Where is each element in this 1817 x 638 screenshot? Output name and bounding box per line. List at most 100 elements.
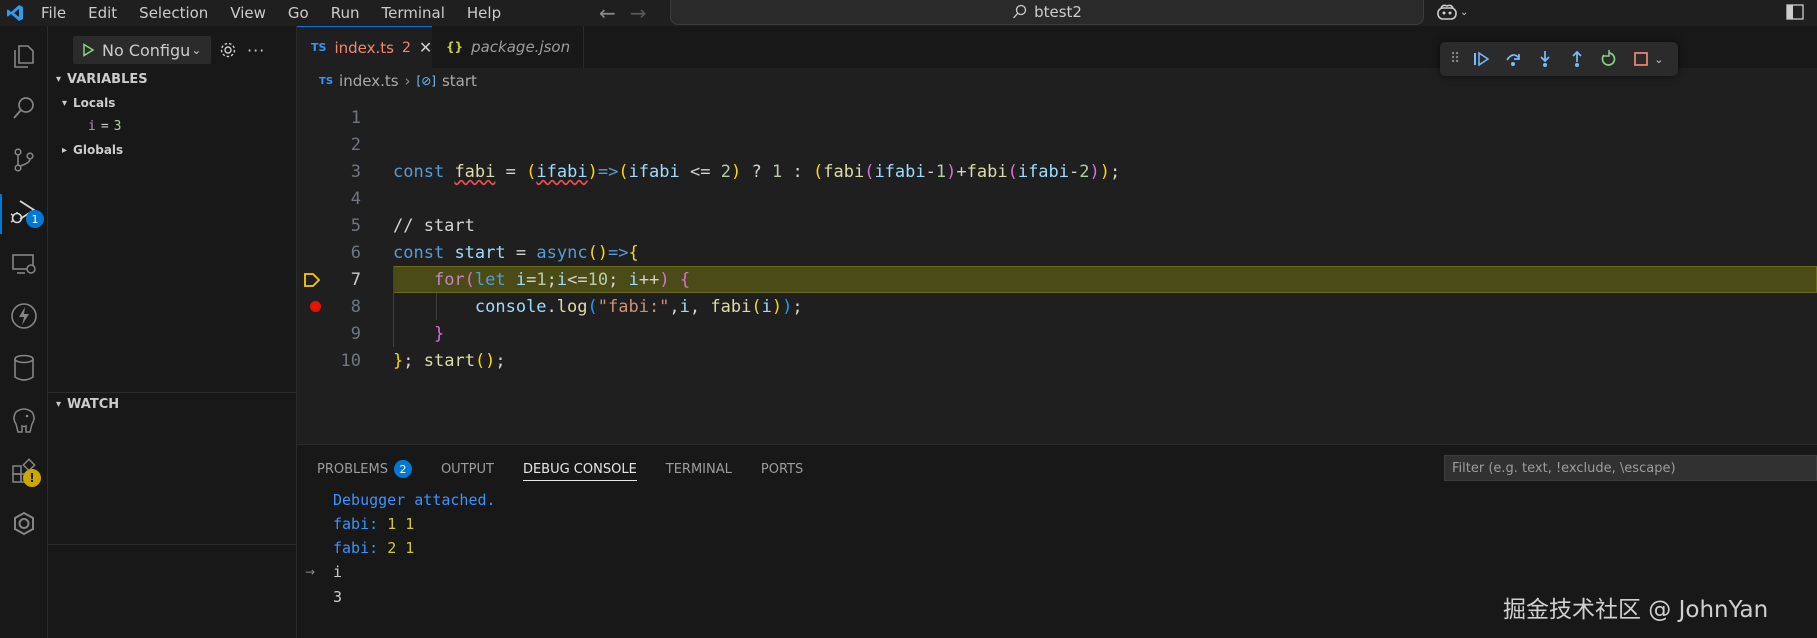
step-out-icon[interactable] (1568, 50, 1586, 68)
tab-package-json[interactable]: {} package.json (432, 26, 584, 68)
breadcrumb-symbol[interactable]: start (442, 72, 477, 90)
current-execution-arrow-icon (304, 273, 321, 287)
drag-handle-icon[interactable]: ⠿ (1450, 51, 1460, 67)
search-icon[interactable] (8, 92, 40, 124)
json-file-icon: {} (446, 40, 464, 54)
menu-file[interactable]: File (30, 0, 77, 26)
variables-title: VARIABLES (67, 72, 148, 87)
chevron-down-icon: ⌄ (191, 43, 202, 57)
console-number: 1 (405, 539, 415, 557)
start-debug-icon[interactable] (81, 43, 95, 57)
panel-tabs: PROBLEMS 2 OUTPUT DEBUG CONSOLE TERMINAL… (317, 451, 803, 487)
line-number: 1 (350, 107, 361, 128)
activity-bar: 1 ! (0, 26, 48, 638)
tab-index-ts[interactable]: TS index.ts 2 ✕ (297, 26, 432, 68)
globals-label: Globals (73, 143, 124, 157)
console-input: i (333, 563, 343, 581)
toggle-sidebar-icon[interactable] (1786, 4, 1804, 24)
problems-badge: 2 (393, 460, 412, 478)
copilot-button[interactable]: ⌄ (1436, 3, 1468, 21)
code-text: // start (393, 215, 475, 236)
tab-debug-console[interactable]: DEBUG CONSOLE (522, 451, 637, 487)
warning-icon: ! (23, 469, 41, 487)
variables-section-header[interactable]: ▾ VARIABLES (56, 72, 148, 87)
watch-section-header[interactable]: ▾ WATCH (56, 397, 119, 412)
continue-icon[interactable] (1472, 50, 1490, 68)
chevron-right-icon: ▸ (62, 144, 68, 156)
forward-arrow-icon[interactable]: → (630, 1, 647, 25)
more-actions-icon[interactable]: ··· (247, 41, 265, 60)
line-number: 6 (350, 242, 361, 263)
code-text: for(let i=1;i<=10; i++) { (433, 269, 691, 290)
section-divider (48, 544, 297, 545)
code-line: 2 (297, 131, 1817, 158)
chevron-down-icon: ⌄ (1460, 6, 1469, 18)
symbol-variable-icon: [⊘] (416, 74, 436, 88)
close-icon[interactable]: ✕ (419, 38, 432, 57)
chatgpt-icon[interactable] (8, 508, 40, 540)
command-center-search[interactable]: btest2 (670, 0, 1424, 25)
menu-selection[interactable]: Selection (128, 0, 219, 26)
restart-icon[interactable] (1600, 50, 1618, 68)
code-text: const fabi = (ifabi)=>(ifabi <= 2) ? 1 :… (393, 161, 1121, 182)
postgres-elephant-icon[interactable] (8, 404, 40, 436)
code-text: console.log("fabi:",i, fabi(i)); (474, 296, 803, 317)
menu-help[interactable]: Help (456, 0, 512, 26)
tab-ports[interactable]: PORTS (761, 451, 803, 487)
tab-output[interactable]: OUTPUT (441, 451, 494, 487)
variable-row[interactable]: i = 3 (88, 119, 121, 134)
active-view-indicator (0, 194, 2, 234)
debug-toolbar: No Configu ⌄ ··· (73, 36, 265, 64)
input-arrow-icon: → (305, 565, 316, 579)
code-line: 10 }; start(); (297, 347, 1817, 374)
remote-explorer-icon[interactable] (8, 248, 40, 280)
back-arrow-icon[interactable]: ← (599, 1, 616, 25)
line-number: 3 (350, 161, 361, 182)
console-number: 1 (405, 515, 415, 533)
menu-edit[interactable]: Edit (77, 0, 128, 26)
search-icon (1013, 4, 1027, 19)
globals-scope[interactable]: ▸ Globals (62, 143, 123, 157)
variable-name: i (88, 119, 96, 134)
launch-config-label: No Configu (102, 40, 191, 60)
code-editor[interactable]: 1 2 3 const fabi = (ifabi)=>(ifabi <= 2)… (297, 94, 1817, 444)
menu-go[interactable]: Go (277, 0, 320, 26)
tab-problem-count: 2 (401, 39, 411, 56)
launch-config-select[interactable]: No Configu ⌄ (73, 36, 211, 64)
console-text: fabi: (333, 515, 379, 533)
menu-view[interactable]: View (219, 0, 277, 26)
watch-title: WATCH (67, 397, 120, 412)
database-icon[interactable] (8, 352, 40, 384)
lightning-icon[interactable] (8, 300, 40, 332)
stop-icon[interactable] (1632, 50, 1650, 68)
step-over-icon[interactable] (1504, 50, 1522, 68)
code-line: 8 console.log("fabi:",i, fabi(i)); (297, 293, 1817, 320)
workspace-name: btest2 (1034, 3, 1082, 21)
menu-run[interactable]: Run (320, 0, 371, 26)
vscode-logo-icon (0, 0, 30, 26)
console-text: fabi: (333, 539, 379, 557)
source-control-icon[interactable] (8, 144, 40, 176)
filter-placeholder: Filter (e.g. text, !exclude, \escape) (1452, 460, 1676, 476)
explorer-icon[interactable] (8, 40, 40, 72)
breakpoint-icon[interactable] (310, 301, 321, 312)
tab-terminal[interactable]: TERMINAL (666, 451, 732, 487)
tab-label: OUTPUT (440, 461, 494, 477)
breadcrumb-file[interactable]: index.ts (339, 72, 399, 90)
debug-session-badge: 1 (26, 210, 44, 228)
console-filter-input[interactable]: Filter (e.g. text, !exclude, \escape) (1444, 455, 1817, 481)
code-line: 4 (297, 185, 1817, 212)
copilot-icon (1437, 4, 1457, 20)
tab-problems[interactable]: PROBLEMS 2 (317, 451, 412, 487)
step-into-icon[interactable] (1536, 50, 1554, 68)
typescript-file-icon: TS (319, 75, 334, 87)
run-debug-sidebar: No Configu ⌄ ··· ▾ VARIABLES ▾ Locals i … (48, 26, 297, 638)
locals-scope[interactable]: ▾ Locals (62, 96, 115, 110)
chevron-down-icon[interactable]: ⌄ (1654, 53, 1663, 66)
gear-icon[interactable] (219, 41, 237, 59)
console-line: Debugger attached. (333, 491, 496, 509)
chevron-down-icon: ▾ (62, 97, 68, 109)
menu-terminal[interactable]: Terminal (371, 0, 456, 26)
console-result: 3 (333, 588, 343, 606)
tab-label: PORTS (760, 461, 804, 477)
